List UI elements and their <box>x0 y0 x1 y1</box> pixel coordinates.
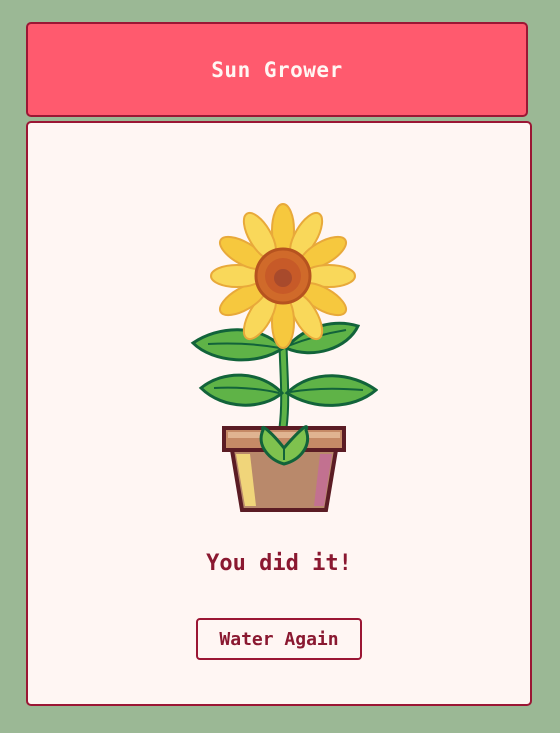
water-again-button[interactable]: Water Again <box>196 618 362 660</box>
flower-pot <box>222 426 346 512</box>
game-card: You did it! Water Again <box>26 121 532 706</box>
title-bar: Sun Grower <box>26 22 528 117</box>
success-message: You did it! <box>206 551 352 576</box>
sunflower-center <box>254 247 312 305</box>
sunflower-pot-illustration <box>190 203 378 512</box>
game-title: Sun Grower <box>211 57 343 82</box>
